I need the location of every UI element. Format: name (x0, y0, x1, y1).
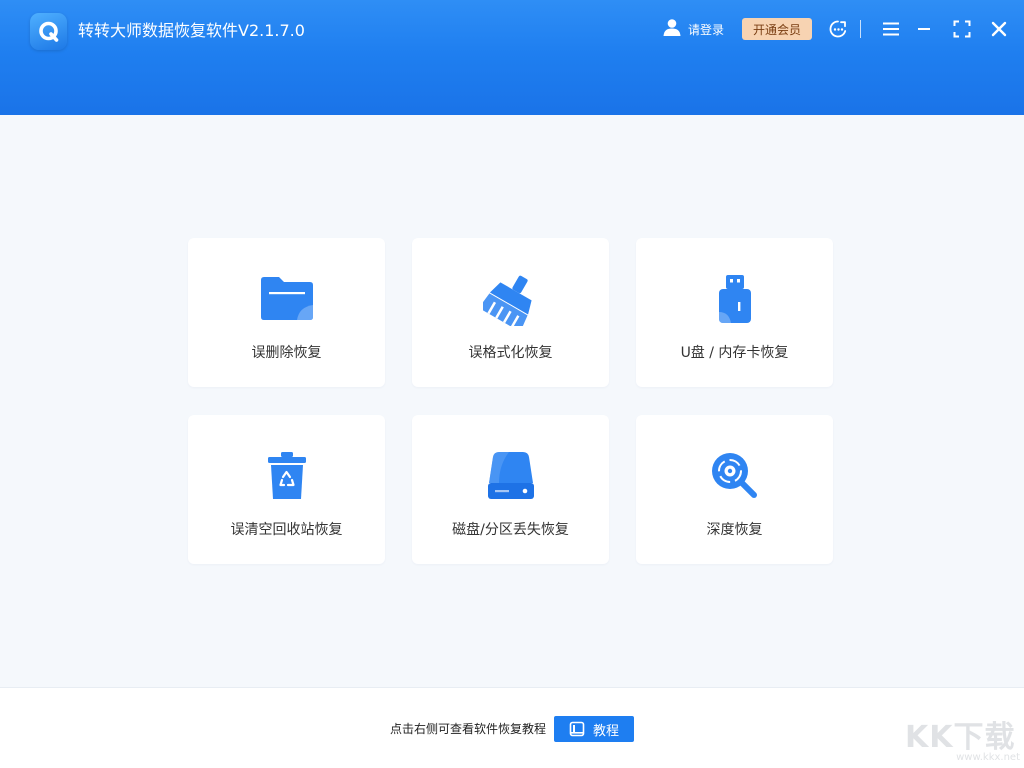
card-label: 误清空回收站恢复 (230, 522, 343, 538)
card-recycle-bin-recovery[interactable]: 误清空回收站恢复 (188, 415, 385, 564)
card-deleted-recovery[interactable]: 误删除恢复 (188, 238, 385, 387)
support-icon[interactable] (828, 19, 848, 39)
card-format-recovery[interactable]: 误格式化恢复 (412, 238, 609, 387)
tutorial-label: 教程 (592, 723, 619, 739)
hard-disk-icon (412, 451, 609, 503)
login-label: 请登录 (688, 22, 725, 37)
tutorial-hint: 点击右侧可查看软件恢复教程 (390, 722, 547, 736)
recycle-bin-icon (188, 451, 385, 503)
card-label: U盘 / 内存卡恢复 (680, 345, 789, 361)
header-divider (860, 20, 861, 38)
folder-icon (188, 274, 385, 326)
card-label: 磁盘/分区丢失恢复 (452, 522, 569, 538)
card-label: 误删除恢复 (251, 345, 322, 361)
app-title: 转转大师数据恢复软件V2.1.7.0 (78, 21, 305, 40)
deep-scan-icon (636, 451, 833, 503)
minimize-icon[interactable] (914, 19, 934, 39)
maximize-icon[interactable] (952, 19, 972, 39)
card-deep-recovery[interactable]: 深度恢复 (636, 415, 833, 564)
book-icon (569, 721, 585, 737)
login-button[interactable]: 请登录 (662, 17, 724, 41)
card-usb-recovery[interactable]: U盘 / 内存卡恢复 (636, 238, 833, 387)
card-partition-recovery[interactable]: 磁盘/分区丢失恢复 (412, 415, 609, 564)
usb-drive-icon (636, 274, 833, 326)
card-label: 误格式化恢复 (468, 345, 553, 361)
watermark-logo: KK下载 www.kkx.net (905, 712, 1020, 764)
footer-bar: 点击右侧可查看软件恢复教程 教程 (0, 687, 1024, 768)
card-label: 深度恢复 (706, 522, 763, 538)
menu-icon[interactable] (881, 19, 901, 39)
title-bar: 转转大师数据恢复软件V2.1.7.0 请登录 开通会员 (0, 0, 1024, 115)
watermark-text: KK下载 (905, 720, 1016, 755)
vip-button[interactable]: 开通会员 (742, 18, 812, 40)
broom-icon (412, 274, 609, 326)
app-logo-q-icon (30, 13, 67, 50)
close-icon[interactable] (989, 19, 1009, 39)
tutorial-button[interactable]: 教程 (554, 716, 634, 742)
user-icon (662, 17, 682, 41)
